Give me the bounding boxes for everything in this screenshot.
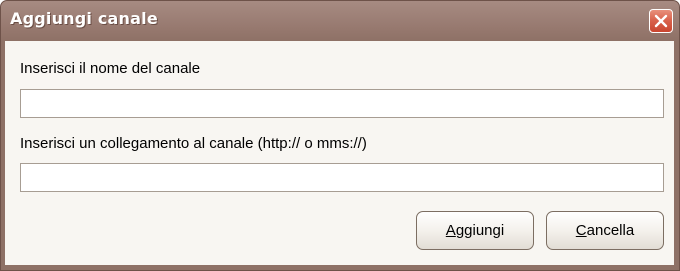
add-button-hotkey: A xyxy=(445,222,456,239)
add-button[interactable]: Aggiungi xyxy=(416,211,534,250)
channel-url-input[interactable] xyxy=(20,163,664,192)
add-button-label: ggiungi xyxy=(455,222,505,239)
cancel-button-label: ancella xyxy=(586,222,635,239)
cancel-button[interactable]: Cancella xyxy=(546,211,664,250)
close-button[interactable] xyxy=(649,9,673,33)
dialog-title: Aggiungi canale xyxy=(10,9,158,28)
channel-name-label: Inserisci il nome del canale xyxy=(20,60,201,77)
channel-url-label: Inserisci un collegamento al canale (htt… xyxy=(20,135,367,152)
cancel-button-hotkey: C xyxy=(575,222,587,239)
close-x-icon xyxy=(654,14,668,28)
channel-name-input[interactable] xyxy=(20,89,664,118)
add-channel-dialog: Aggiungi canale Inserisci il nome del ca… xyxy=(0,0,680,271)
dialog-body: Inserisci il nome del canale Inserisci u… xyxy=(5,41,674,265)
title-bar[interactable]: Aggiungi canale xyxy=(1,1,679,41)
